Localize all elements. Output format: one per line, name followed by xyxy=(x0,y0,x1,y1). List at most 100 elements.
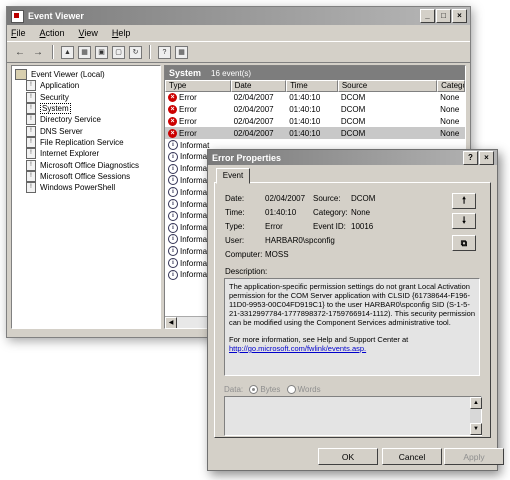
information-icon: i xyxy=(168,187,178,198)
data-scrollbar[interactable]: ▲ ▼ xyxy=(470,397,482,435)
description-text[interactable]: The application-specific permission sett… xyxy=(224,278,480,376)
minimize-button[interactable]: _ xyxy=(420,9,435,23)
error-icon: × xyxy=(168,93,177,103)
tree-item-dns-server[interactable]: ! DNS Server xyxy=(12,125,160,137)
table-row[interactable]: × Error 02/04/2007 01:40:10 DCOM None xyxy=(165,116,465,128)
tree-item-file-replication[interactable]: ! File Replication Service xyxy=(12,136,160,148)
data-text[interactable]: ▲ ▼ xyxy=(224,396,482,436)
table-row[interactable]: × Error 02/04/2007 01:40:10 DCOM None xyxy=(165,92,465,104)
window-titlebar[interactable]: Event Viewer _ □ × xyxy=(7,7,470,25)
dialog-titlebar[interactable]: Error Properties ? × xyxy=(208,150,497,165)
dialog-title: Error Properties xyxy=(212,152,282,163)
tree-item-application[interactable]: ! Application xyxy=(12,80,160,92)
help-intro: For more information, see Help and Suppo… xyxy=(229,335,409,344)
table-row[interactable]: × Error 02/04/2007 01:40:10 DCOM None xyxy=(165,127,465,140)
properties-icon[interactable]: ▢ xyxy=(112,45,125,59)
apply-button[interactable]: Apply xyxy=(444,448,504,465)
previous-event-button[interactable]: 🠕 xyxy=(452,193,476,209)
column-category[interactable]: Catego xyxy=(437,80,465,92)
event-count: 16 event(s) xyxy=(211,68,252,78)
type-text: Error xyxy=(179,93,197,103)
event-id-label: Event ID: xyxy=(313,222,346,231)
column-date[interactable]: Date xyxy=(230,80,287,92)
tree-item-label: File Replication Service xyxy=(40,137,124,147)
maximize-button[interactable]: □ xyxy=(436,9,451,23)
dialog-help-button[interactable]: ? xyxy=(463,150,478,165)
tab-event[interactable]: Event xyxy=(216,168,250,184)
bytes-label: Bytes xyxy=(260,385,281,394)
column-headers: Type Date Time Source Catego xyxy=(165,80,465,92)
information-icon: i xyxy=(168,140,178,151)
menu-file-label: ile xyxy=(16,28,26,38)
event-viewer-app-icon xyxy=(11,9,24,23)
information-icon: i xyxy=(168,151,178,162)
tree-item-office-diagnostics[interactable]: ! Microsoft Office Diagnostics xyxy=(12,159,160,171)
column-time[interactable]: Time xyxy=(286,80,338,92)
table-row[interactable]: × Error 02/04/2007 01:40:10 DCOM None xyxy=(165,104,465,116)
log-icon: ! xyxy=(26,136,36,148)
menu-help[interactable]: Help xyxy=(112,28,131,38)
cell-source: DCOM xyxy=(340,116,366,126)
column-source[interactable]: Source xyxy=(337,80,438,92)
information-icon: i xyxy=(168,234,178,245)
menu-bar: File Action View Help xyxy=(7,25,470,41)
error-icon: × xyxy=(168,128,177,138)
time-label: Time: xyxy=(225,208,245,217)
log-icon: ! xyxy=(26,125,36,137)
scroll-down-icon[interactable]: ▼ xyxy=(470,423,482,435)
cell-type: × Error xyxy=(165,128,231,138)
event-id-value: 10016 xyxy=(351,222,374,231)
type-label: Type: xyxy=(225,222,245,231)
back-arrow-icon[interactable]: ← xyxy=(13,45,27,59)
cell-category: None xyxy=(440,105,460,115)
cell-date: 02/04/2007 xyxy=(233,116,274,126)
window-title: Event Viewer xyxy=(28,11,84,21)
refresh-icon[interactable]: ↻ xyxy=(129,45,142,59)
scroll-left-icon[interactable]: ◀ xyxy=(165,317,177,328)
up-folder-icon[interactable]: ▲ xyxy=(61,45,74,59)
cell-type: × Error xyxy=(165,105,231,115)
help-link[interactable]: http://go.microsoft.com/fwlink/events.as… xyxy=(229,344,475,353)
show-hide-tree-icon[interactable]: ▦ xyxy=(78,45,91,59)
computer-label: Computer: xyxy=(225,250,263,259)
information-icon: i xyxy=(168,269,178,280)
source-label: Source: xyxy=(313,194,341,203)
words-radio[interactable] xyxy=(286,385,296,395)
description-label: Description: xyxy=(225,267,268,276)
menu-file[interactable]: File xyxy=(11,28,26,38)
computer-icon xyxy=(15,69,27,81)
error-properties-dialog: Error Properties ? × Event Date: Time: T… xyxy=(207,149,504,471)
next-event-button[interactable]: 🠗 xyxy=(452,213,476,229)
forward-arrow-icon[interactable]: → xyxy=(31,45,45,59)
dialog-close-button[interactable]: × xyxy=(479,150,494,165)
tree-item-internet-explorer[interactable]: ! Internet Explorer xyxy=(12,148,160,160)
console-icon[interactable]: ▦ xyxy=(175,45,188,59)
tree-item-label: System xyxy=(40,103,71,115)
tree-item-system[interactable]: ! System xyxy=(12,103,160,115)
tree-item-directory-service[interactable]: ! Directory Service xyxy=(12,114,160,126)
ok-button[interactable]: OK xyxy=(318,448,378,465)
type-text: Informat xyxy=(180,234,210,244)
tree-item-powershell[interactable]: ! Windows PowerShell xyxy=(12,182,160,194)
category-label: Category: xyxy=(313,208,348,217)
menu-view[interactable]: View xyxy=(79,28,98,38)
menu-action[interactable]: Action xyxy=(40,28,65,38)
close-button[interactable]: × xyxy=(452,9,467,23)
column-type[interactable]: Type xyxy=(165,80,231,92)
copy-event-button[interactable]: ⧉ xyxy=(452,235,476,251)
bytes-radio[interactable] xyxy=(249,385,259,395)
tree-item-security[interactable]: ! Security xyxy=(12,91,160,103)
information-icon: i xyxy=(168,163,178,174)
cell-type: × Error xyxy=(165,116,231,126)
scroll-up-icon[interactable]: ▲ xyxy=(470,397,482,409)
error-icon: × xyxy=(168,105,177,115)
log-name: System xyxy=(169,68,202,78)
tree-root[interactable]: Event Viewer (Local) xyxy=(12,69,160,81)
cancel-button[interactable]: Cancel xyxy=(382,448,442,465)
type-text: Informat xyxy=(180,211,210,221)
cell-source: DCOM xyxy=(340,93,366,103)
export-list-icon[interactable]: ▣ xyxy=(95,45,108,59)
log-icon: ! xyxy=(26,103,36,115)
tree-item-office-sessions[interactable]: ! Microsoft Office Sessions xyxy=(12,170,160,182)
help-icon[interactable]: ? xyxy=(158,45,171,59)
